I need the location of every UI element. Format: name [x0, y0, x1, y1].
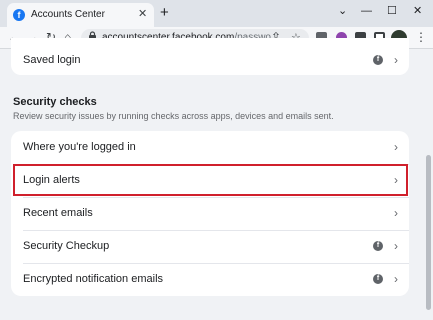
- facebook-icon: f: [373, 55, 383, 65]
- saved-login-card: Saved login f ›: [11, 38, 409, 75]
- row-where-logged-in[interactable]: Where you're logged in ›: [11, 131, 409, 164]
- new-tab-icon[interactable]: +: [160, 5, 169, 20]
- chevron-right-icon: ›: [394, 206, 398, 220]
- row-recent-emails[interactable]: Recent emails ›: [11, 197, 409, 230]
- facebook-icon: f: [373, 241, 383, 251]
- row-label: Security Checkup: [23, 240, 110, 252]
- menu-more-icon[interactable]: ⋮: [415, 30, 427, 44]
- minimize-icon[interactable]: —: [361, 4, 372, 18]
- tab-close-icon[interactable]: ✕: [138, 8, 147, 20]
- highlight-box: [13, 164, 408, 196]
- tab-strip: f Accounts Center ✕ + ⌄ — ☐ ✕: [0, 0, 433, 27]
- security-checks-card: Where you're logged in › Login alerts › …: [11, 131, 409, 296]
- saved-login-row[interactable]: Saved login f ›: [11, 44, 409, 77]
- section-title: Security checks: [13, 96, 97, 108]
- chevron-right-icon: ›: [394, 140, 398, 154]
- page-content: Saved login f › Security checks Review s…: [0, 38, 433, 320]
- chevron-right-icon: ›: [394, 272, 398, 286]
- maximize-icon[interactable]: ☐: [387, 4, 397, 18]
- row-label: Encrypted notification emails: [23, 273, 164, 285]
- row-label: Where you're logged in: [23, 141, 136, 153]
- facebook-icon: f: [373, 274, 383, 284]
- row-security-checkup[interactable]: Security Checkup f ›: [11, 230, 409, 263]
- chevron-right-icon: ›: [394, 239, 398, 253]
- saved-login-label: Saved login: [23, 54, 81, 66]
- tab-accounts-center[interactable]: f Accounts Center ✕: [7, 3, 154, 27]
- row-label: Recent emails: [23, 207, 93, 219]
- scrollbar-thumb[interactable]: [426, 155, 431, 310]
- tab-title: Accounts Center: [31, 9, 105, 20]
- section-description: Review security issues by running checks…: [13, 111, 334, 121]
- tab-search-icon[interactable]: ⌄: [338, 4, 347, 18]
- facebook-favicon-icon: f: [13, 9, 25, 21]
- close-window-icon[interactable]: ✕: [413, 4, 422, 18]
- chevron-right-icon: ›: [394, 53, 398, 67]
- row-encrypted-emails[interactable]: Encrypted notification emails f ›: [11, 263, 409, 296]
